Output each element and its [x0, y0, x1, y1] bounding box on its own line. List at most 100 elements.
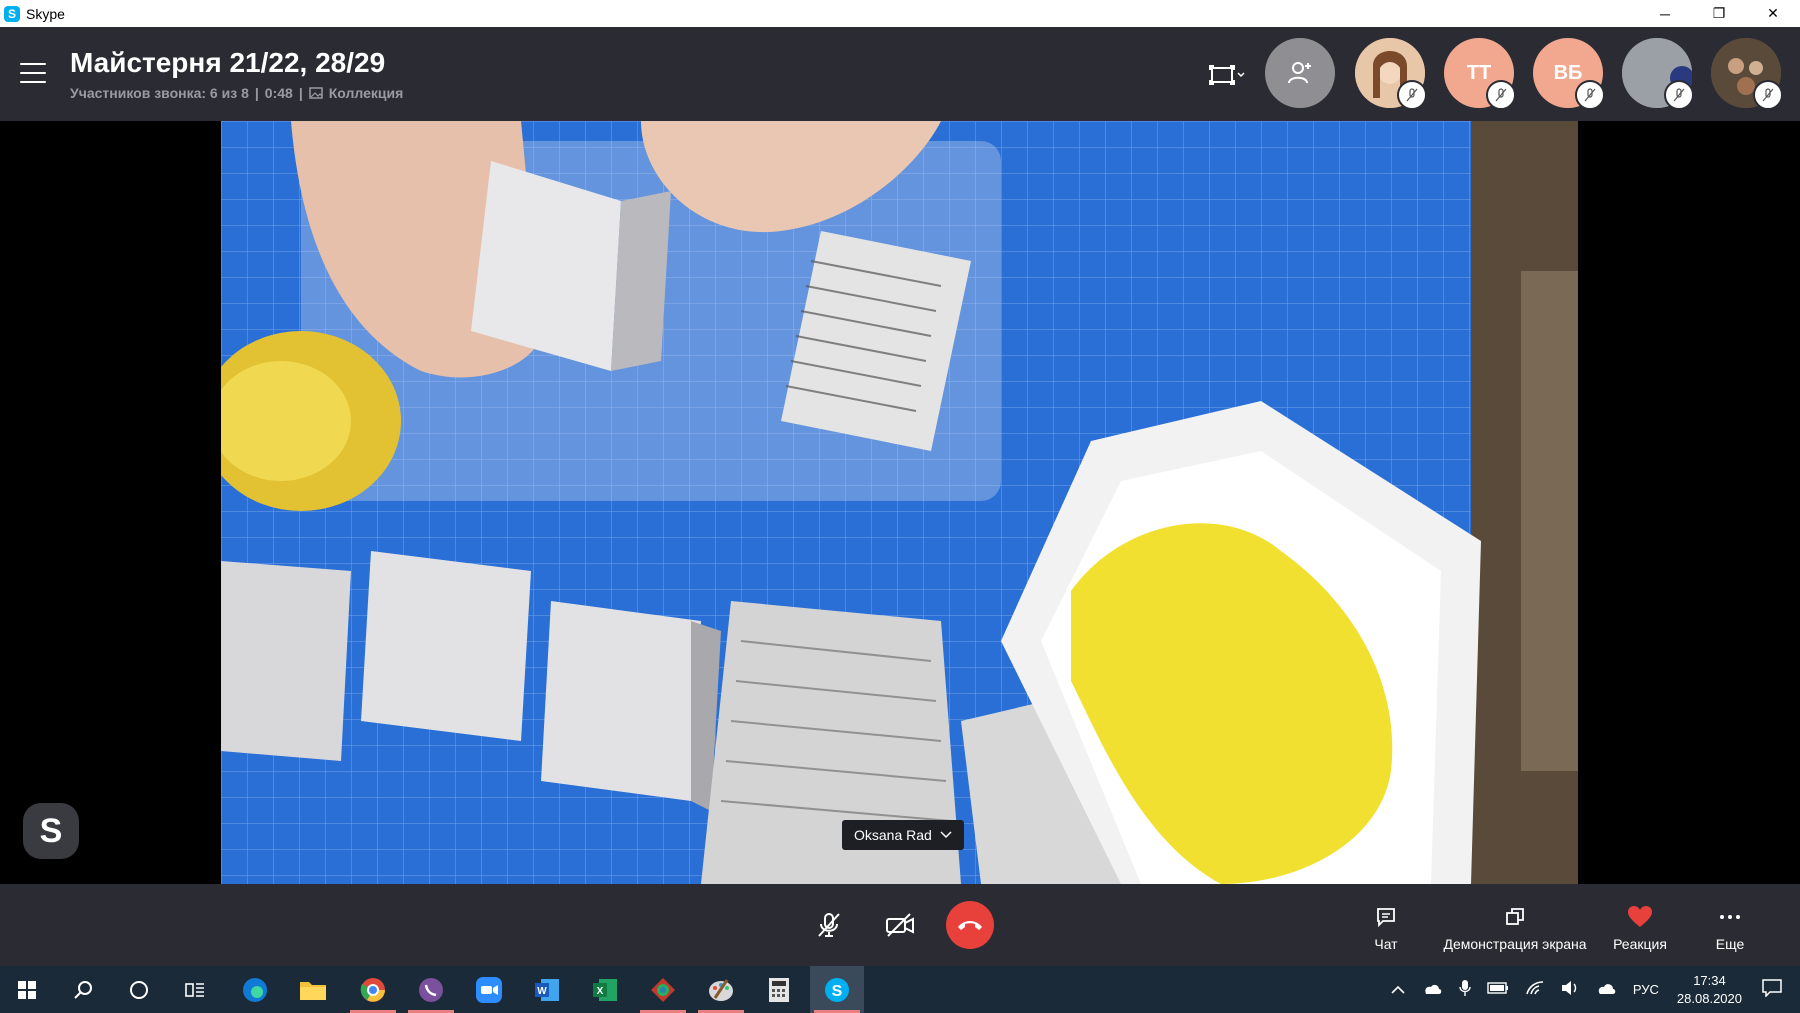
participants-count: Участников звонка: 6 из 8 — [70, 85, 249, 101]
notifications-icon[interactable] — [1762, 979, 1782, 1000]
start-button[interactable] — [0, 966, 54, 1013]
mute-microphone-button[interactable] — [805, 901, 853, 949]
close-button[interactable]: ✕ — [1746, 0, 1800, 27]
system-tray: РУС 17:34 28.08.2020 — [1383, 966, 1800, 1013]
wifi-icon[interactable] — [1525, 980, 1545, 999]
cloud-sync-icon[interactable] — [1595, 980, 1617, 999]
minimize-button[interactable]: ─ — [1638, 0, 1692, 27]
call-info: Участников звонка: 6 из 8 | 0:48 | Колле… — [70, 85, 404, 101]
muted-icon — [1575, 80, 1605, 110]
edge-icon — [243, 977, 267, 1002]
window-title: Skype — [26, 5, 65, 22]
video-frame-image — [221, 121, 1578, 884]
muted-icon — [1753, 80, 1783, 110]
end-call-button[interactable] — [946, 901, 994, 949]
skype-floating-button[interactable]: S — [23, 803, 79, 859]
task-view-icon — [185, 982, 204, 997]
speaker-name-tag[interactable]: Oksana Rad — [842, 820, 964, 850]
heart-icon — [1628, 906, 1652, 927]
viber-icon — [419, 977, 443, 1002]
collection-link[interactable]: Коллекция — [329, 85, 404, 101]
add-participant-button[interactable] — [1265, 38, 1335, 108]
call-header: Майстерня 21/22, 28/29 Участников звонка… — [0, 27, 1800, 121]
camera-toggle-button[interactable] — [876, 901, 924, 949]
restore-button[interactable]: ❐ — [1692, 0, 1746, 27]
more-label: Еще — [1715, 936, 1745, 952]
microphone-off-icon — [818, 913, 840, 937]
gallery-icon — [308, 87, 323, 99]
input-language[interactable]: РУС — [1633, 982, 1659, 997]
task-view-button[interactable] — [168, 966, 222, 1013]
muted-icon — [1664, 80, 1694, 110]
share-screen-button[interactable]: Демонстрация экрана — [1440, 904, 1590, 952]
clock-date: 28.08.2020 — [1676, 990, 1742, 1006]
word-icon: W — [535, 978, 559, 1001]
search-button[interactable] — [56, 966, 110, 1013]
system-clock[interactable]: 17:34 28.08.2020 — [1677, 972, 1742, 1008]
window-titlebar: S Skype ─ ❐ ✕ — [0, 0, 1800, 27]
cortana-button[interactable] — [112, 966, 166, 1013]
volume-icon[interactable] — [1561, 980, 1579, 999]
zoom-app[interactable] — [462, 966, 516, 1013]
hamburger-menu-icon[interactable] — [20, 63, 46, 85]
svg-text:X: X — [597, 986, 604, 997]
speaker-name: Oksana Rad — [854, 827, 932, 843]
reaction-label: Реакция — [1613, 936, 1667, 952]
participant-avatar-tt[interactable]: ТТ — [1444, 38, 1516, 110]
skype-letter: S — [832, 983, 843, 1000]
word-app[interactable]: W — [520, 966, 574, 1013]
battery-icon[interactable] — [1487, 982, 1509, 997]
muted-icon — [1397, 80, 1427, 110]
zoom-icon — [476, 976, 502, 1003]
folder-icon — [300, 981, 326, 1000]
windows-taskbar: W X S РУС 17:34 28.08.2020 — [0, 966, 1800, 1013]
more-dots-icon — [1720, 915, 1740, 919]
skype-app-icon: S — [4, 5, 20, 22]
skype-app[interactable]: S — [810, 966, 864, 1013]
muted-icon — [1486, 80, 1516, 110]
paint-icon — [709, 978, 733, 1001]
camera-off-icon — [886, 913, 914, 937]
chat-label: Чат — [1374, 936, 1398, 952]
windows-logo-icon — [18, 980, 36, 999]
chevron-down-icon — [940, 831, 952, 839]
share-screen-icon — [1506, 908, 1524, 925]
calculator-icon — [769, 977, 789, 1002]
file-explorer-app[interactable] — [286, 966, 340, 1013]
skype-icon: S — [825, 977, 849, 1002]
call-controls: Чат Демонстрация экрана Реакция Еще — [0, 884, 1800, 966]
layout-switch-button[interactable] — [1205, 57, 1249, 93]
excel-app[interactable]: X — [578, 966, 632, 1013]
calculator-app[interactable] — [752, 966, 806, 1013]
participant-avatar-4[interactable] — [1622, 38, 1694, 110]
share-screen-label: Демонстрация экрана — [1443, 936, 1587, 952]
tray-overflow-icon[interactable] — [1391, 982, 1405, 997]
more-button[interactable]: Еще — [1710, 904, 1750, 952]
svg-text:W: W — [537, 986, 547, 997]
games-icon — [651, 977, 675, 1002]
participant-avatar-5[interactable] — [1711, 38, 1783, 110]
participant-avatar-vb[interactable]: ВБ — [1533, 38, 1605, 110]
participant-avatar-1[interactable] — [1355, 38, 1427, 110]
paint-app[interactable] — [694, 966, 748, 1013]
chrome-icon — [360, 977, 385, 1002]
search-icon — [74, 980, 92, 999]
viber-app[interactable] — [404, 966, 458, 1013]
microphone-tray-icon[interactable] — [1459, 979, 1471, 1000]
avatar-initials: ВБ — [1553, 61, 1583, 84]
chat-button[interactable]: Чат — [1368, 904, 1404, 952]
call-title: Майстерня 21/22, 28/29 — [70, 47, 386, 78]
onedrive-icon[interactable] — [1421, 981, 1443, 998]
edge-app[interactable] — [228, 966, 282, 1013]
cortana-circle-icon — [130, 980, 148, 999]
reaction-button[interactable]: Реакция — [1610, 904, 1670, 952]
clock-time: 17:34 — [1693, 972, 1726, 988]
hang-up-icon — [958, 921, 982, 930]
chat-icon — [1377, 908, 1395, 928]
chrome-app[interactable] — [346, 966, 400, 1013]
main-video-feed: Oksana Rad — [221, 121, 1578, 884]
games-app[interactable] — [636, 966, 690, 1013]
frame-icon — [1209, 65, 1245, 85]
excel-icon: X — [593, 978, 617, 1001]
add-person-icon — [1288, 62, 1311, 84]
